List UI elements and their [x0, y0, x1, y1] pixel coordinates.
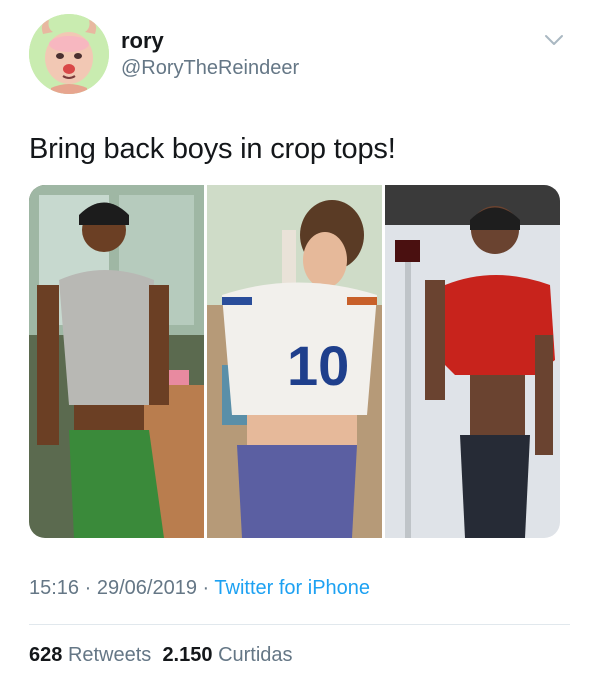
tweet-time: 15:16 — [29, 577, 80, 599]
tweet-source-link[interactable]: Twitter for iPhone — [214, 577, 370, 599]
tweet-date[interactable]: 29/06/2019 — [97, 577, 197, 599]
divider — [29, 624, 570, 625]
chevron-down-icon[interactable] — [544, 33, 564, 47]
likes-label: Curtidas — [218, 644, 293, 666]
likes-count: 2.150 — [162, 644, 213, 666]
tweet-stats: 628 Retweets 2.150 Curtidas — [29, 644, 293, 667]
meta-separator: · — [202, 577, 210, 599]
retweets-label: Retweets — [67, 644, 152, 666]
photo-man-green-pants[interactable] — [29, 185, 204, 538]
profile-avatar[interactable] — [29, 14, 109, 94]
photo-man-jersey-10[interactable]: 10 — [207, 185, 382, 538]
tweet-media[interactable]: 10 — [29, 185, 560, 538]
likes-stat[interactable]: 2.150 Curtidas — [162, 644, 292, 666]
reindeer-avatar-icon — [29, 14, 109, 94]
tweet-text: Bring back boys in crop tops! — [29, 133, 396, 165]
meta-separator: · — [84, 577, 92, 599]
user-handle[interactable]: @RoryTheReindeer — [121, 57, 299, 80]
photo-man-red-top[interactable] — [385, 185, 560, 538]
jersey-number: 10 — [287, 334, 349, 397]
retweets-count: 628 — [29, 644, 63, 666]
display-name[interactable]: rory — [121, 28, 164, 54]
retweets-stat[interactable]: 628 Retweets — [29, 644, 151, 666]
tweet-meta: 15:16 · 29/06/2019 · Twitter for iPhone — [29, 577, 370, 600]
